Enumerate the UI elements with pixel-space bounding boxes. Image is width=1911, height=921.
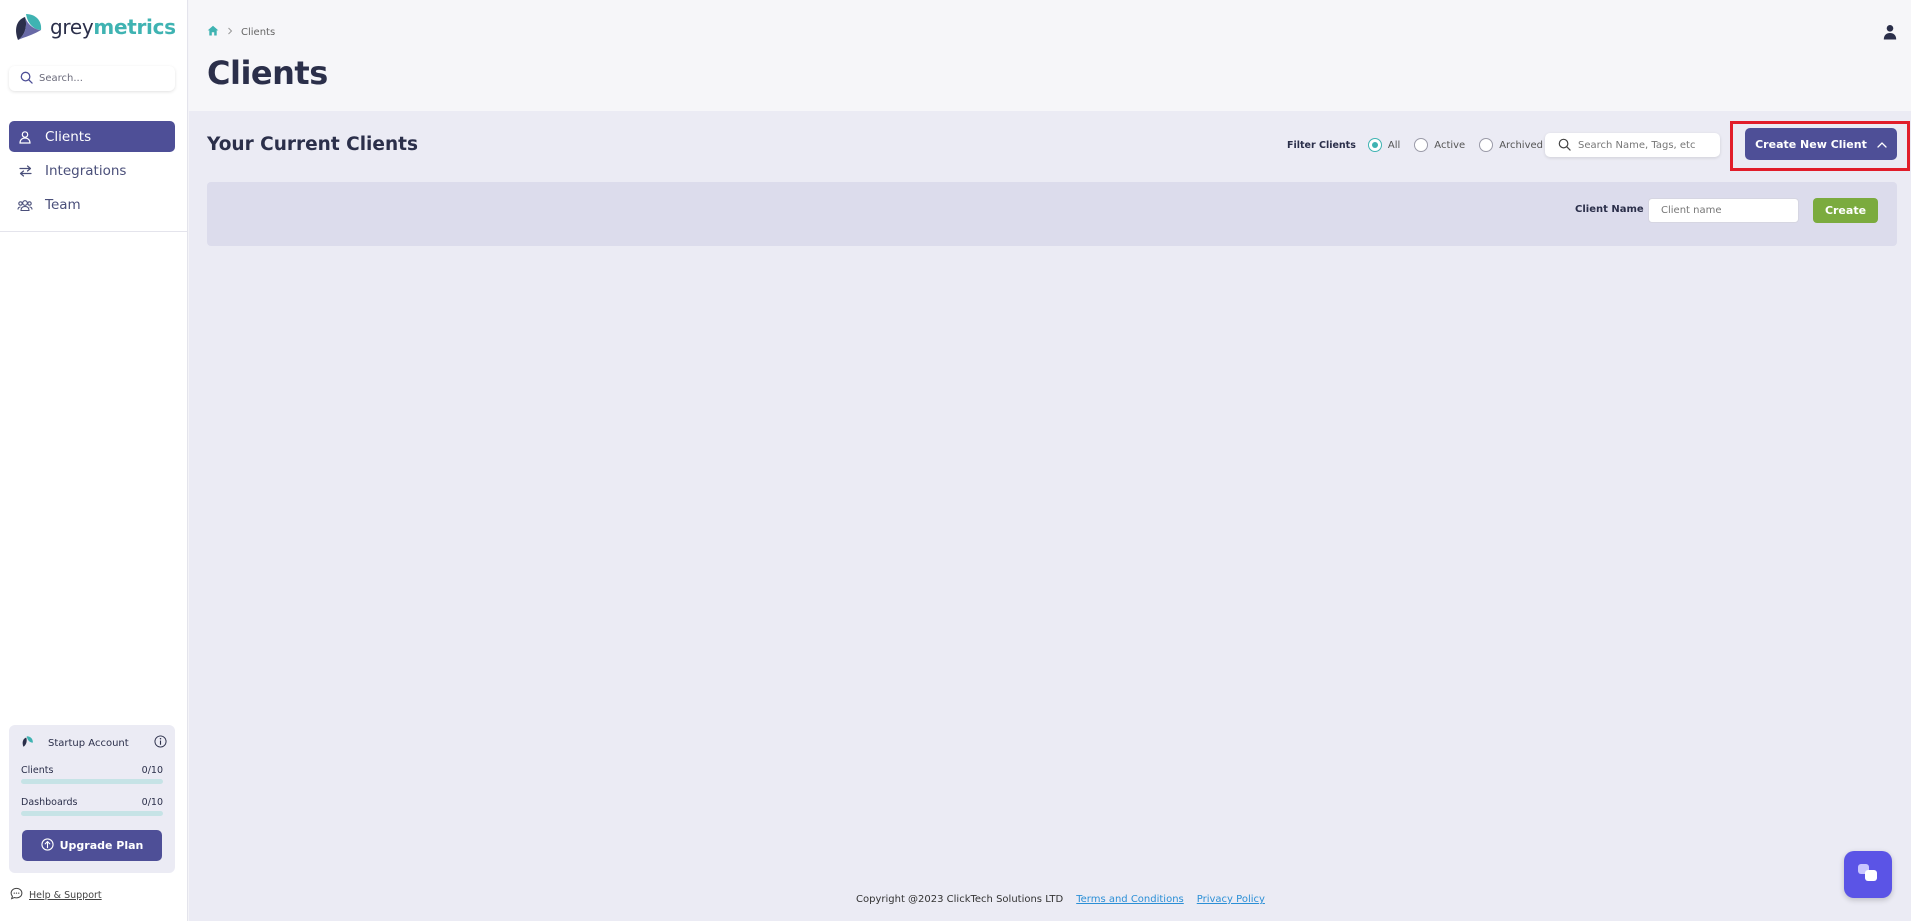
sidebar-item-integrations[interactable]: Integrations: [9, 155, 175, 186]
plan-dashboards-value: 0/10: [141, 797, 163, 808]
sidebar-divider: [0, 231, 188, 232]
brand-name: greymetrics: [50, 15, 176, 39]
create-client-panel: Client Name Create: [207, 182, 1897, 246]
plan-clients-value: 0/10: [141, 765, 163, 776]
search-icon: [20, 69, 33, 88]
chat-icon: [1857, 863, 1879, 887]
create-new-client-label: Create New Client: [1755, 137, 1867, 151]
filter-radio-archived[interactable]: Archived: [1479, 138, 1543, 152]
create-new-client-highlight: Create New Client: [1730, 121, 1910, 171]
sidebar-search-input[interactable]: [39, 73, 159, 84]
plan-dashboards-label: Dashboards: [21, 797, 78, 808]
radio-selected-icon[interactable]: [1367, 138, 1382, 152]
search-icon: [1558, 136, 1571, 155]
copyright-text: Copyright @2023 ClickTech Solutions LTD: [856, 894, 1064, 905]
create-new-client-button[interactable]: Create New Client: [1745, 128, 1897, 160]
filter-option-label: All: [1387, 139, 1401, 151]
plan-dashboards-bar: [21, 811, 163, 816]
chevron-up-icon: [1877, 138, 1887, 151]
filter-label: Filter Clients: [1287, 139, 1356, 151]
client-search[interactable]: [1545, 133, 1720, 157]
arrow-up-circle-icon: [40, 837, 54, 854]
help-support: Help & Support: [10, 887, 102, 903]
plan-header: Startup Account: [21, 735, 167, 751]
help-support-link[interactable]: Help & Support: [29, 890, 102, 901]
breadcrumb: Clients: [207, 25, 275, 39]
footer: Copyright @2023 ClickTech Solutions LTD …: [856, 894, 1265, 905]
filter-clients: Filter Clients All Active Archived: [1287, 135, 1557, 155]
chat-widget-button[interactable]: [1844, 851, 1892, 898]
sidebar-item-team[interactable]: Team: [9, 189, 175, 220]
info-icon[interactable]: [154, 735, 167, 751]
sidebar-item-label: Integrations: [45, 162, 127, 179]
upgrade-plan-label: Upgrade Plan: [59, 839, 144, 852]
filter-option-label: Active: [1434, 139, 1466, 151]
user-avatar-icon[interactable]: [1883, 24, 1897, 44]
arrows-swap-icon: [17, 163, 33, 179]
filter-radio-active[interactable]: Active: [1414, 138, 1465, 152]
greymetrics-logo-icon: [12, 11, 44, 43]
brand-logo[interactable]: greymetrics: [12, 10, 176, 44]
chat-bubble-icon: [10, 887, 23, 903]
sidebar-item-clients[interactable]: Clients: [9, 121, 175, 152]
sidebar-nav: Clients Integrations Team: [9, 121, 175, 223]
filter-option-label: Archived: [1499, 139, 1543, 151]
plan-clients-label: Clients: [21, 765, 54, 776]
client-name-label: Client Name: [1575, 204, 1644, 215]
team-icon: [17, 197, 33, 213]
radio-icon[interactable]: [1414, 138, 1429, 152]
privacy-link[interactable]: Privacy Policy: [1197, 894, 1265, 905]
chevron-right-icon: [227, 27, 233, 38]
upgrade-plan-button[interactable]: Upgrade Plan: [22, 830, 162, 861]
client-search-input[interactable]: [1578, 139, 1708, 151]
plan-clients-bar: [21, 779, 163, 784]
sidebar: greymetrics Clients Integrations Team: [0, 0, 188, 921]
section-title: Your Current Clients: [207, 134, 418, 155]
plan-logo-icon: [21, 735, 34, 751]
breadcrumb-current[interactable]: Clients: [241, 27, 275, 38]
sidebar-item-label: Team: [45, 196, 81, 213]
plan-clients-row: Clients 0/10: [21, 765, 163, 776]
page-header: Clients Clients: [189, 0, 1911, 111]
page-title: Clients: [207, 54, 328, 92]
plan-dashboards-row: Dashboards 0/10: [21, 797, 163, 808]
home-icon[interactable]: [207, 25, 219, 39]
user-icon: [17, 129, 33, 145]
sidebar-search[interactable]: [9, 66, 175, 91]
filter-radio-all[interactable]: All: [1367, 138, 1401, 152]
main-content: Your Current Clients Filter Clients All …: [189, 111, 1911, 921]
client-name-input[interactable]: [1648, 198, 1799, 223]
create-client-button[interactable]: Create: [1813, 198, 1878, 223]
plan-name: Startup Account: [48, 737, 129, 749]
terms-link[interactable]: Terms and Conditions: [1076, 894, 1184, 905]
sidebar-item-label: Clients: [45, 128, 92, 145]
radio-icon[interactable]: [1479, 138, 1494, 152]
plan-card: Startup Account Clients 0/10 Dashboards …: [9, 725, 175, 873]
